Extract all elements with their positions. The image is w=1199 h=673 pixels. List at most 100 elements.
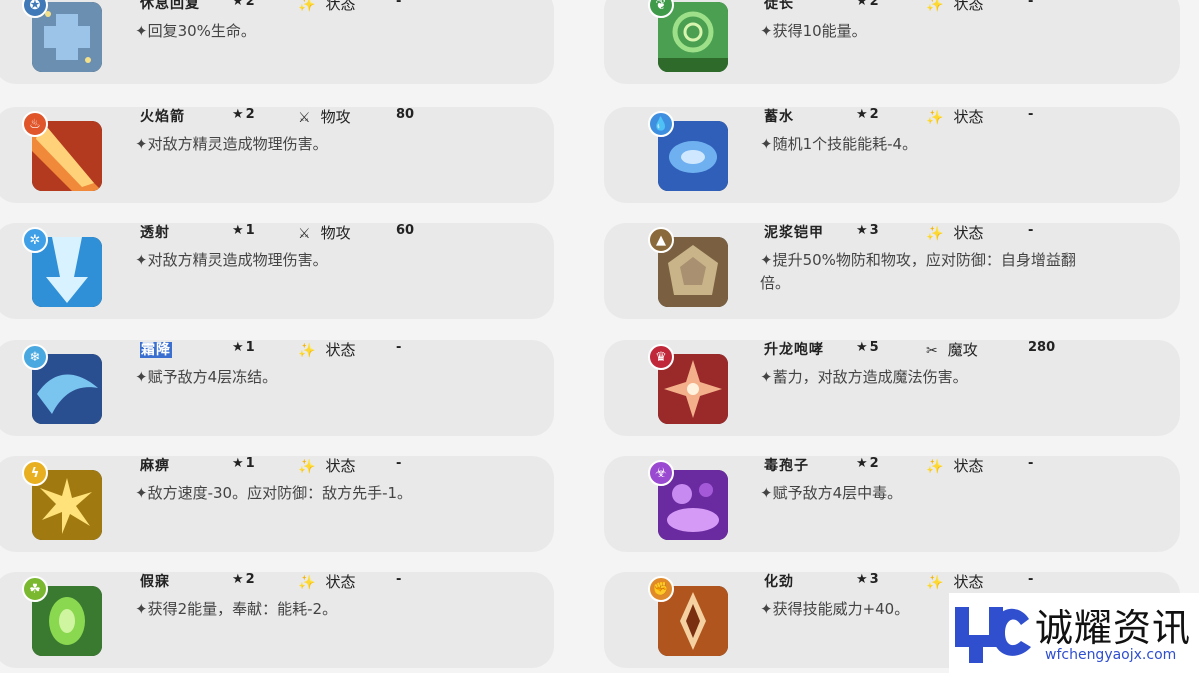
skill-power: - xyxy=(396,456,402,471)
skill-description: ✦赋予敌方4层冻结。 xyxy=(135,368,278,386)
skill-type: ✨ 状态 xyxy=(298,0,355,14)
skill-power: 80 xyxy=(396,107,415,122)
energy-cost: ★ 2 xyxy=(856,107,879,122)
skill-name: 休息回复 xyxy=(140,0,200,12)
poison-icon: ☣ xyxy=(648,460,674,486)
energy-star-icon: ★ xyxy=(856,456,868,471)
skill-power: 280 xyxy=(1028,340,1056,355)
skill-type: ✨ 状态 xyxy=(926,573,984,591)
sparkle-icon: ✨ xyxy=(298,0,316,13)
dragon-icon: ♛ xyxy=(648,344,674,370)
skill-name: 泥浆铠甲 xyxy=(764,225,824,241)
energy-cost: ★ 1 xyxy=(232,340,255,355)
skill-name: 毒孢子 xyxy=(764,458,809,474)
watermark-url: wfchengyaojx.com xyxy=(1045,647,1177,663)
skill-name: 透射 xyxy=(140,225,170,241)
skill-type: ✨ 状态 xyxy=(298,573,356,591)
sword-icon: ⚔ xyxy=(298,226,311,242)
energy-cost: ★ 2 xyxy=(232,0,255,9)
magic-icon: ✂ xyxy=(926,343,938,359)
skill-power: - xyxy=(396,340,402,355)
energy-star-icon: ★ xyxy=(232,107,244,122)
energy-cost: ★ 2 xyxy=(232,107,255,122)
skill-name: 火焰箭 xyxy=(140,109,185,125)
sparkle-icon: ✨ xyxy=(926,575,944,591)
skill-power: - xyxy=(396,0,402,9)
skill-type: ✨ 状态 xyxy=(298,341,356,359)
skill-description: ✦随机1个技能能耗-4。 xyxy=(760,135,918,153)
sparkle-icon: ✨ xyxy=(298,343,316,359)
energy-star-icon: ★ xyxy=(232,223,244,238)
sparkle-icon: ✨ xyxy=(926,0,944,13)
energy-star-icon: ★ xyxy=(232,0,244,9)
energy-star-icon: ★ xyxy=(232,456,244,471)
skill-description: ✦获得2能量，奉献：能耗-2。 xyxy=(135,600,338,618)
skill-power: - xyxy=(1028,0,1034,9)
energy-star-icon: ★ xyxy=(232,572,244,587)
skill-description: ✦提升50%物防和物攻，应对防御：自身增益翻倍。 xyxy=(760,251,1076,292)
skill-name: 霜降 xyxy=(140,342,172,358)
skill-card[interactable]: 💧 蓄水 ★ 2 ✨ 状态 - ✦随机1个技能能耗-4。 xyxy=(604,107,1180,203)
skill-type: ✨ 状态 xyxy=(926,0,983,14)
sparkle-icon: ✨ xyxy=(926,110,944,126)
skill-type: ⚔ 物攻 xyxy=(298,108,351,126)
fighting-icon: ✊ xyxy=(648,576,674,602)
watermark-title: 诚耀资讯 xyxy=(1035,606,1192,650)
snow-icon: ❄ xyxy=(22,344,48,370)
skill-card[interactable]: ❦ 徒长 ★ 2 ✨ 状态 - ✦获得10能量。 xyxy=(604,0,1180,84)
skill-type: ✨ 状态 xyxy=(298,457,356,475)
skill-type: ✨ 状态 xyxy=(926,108,984,126)
energy-star-icon: ★ xyxy=(856,223,868,238)
energy-star-icon: ★ xyxy=(856,340,868,355)
skill-name: 假寐 xyxy=(140,574,170,590)
skill-power: 60 xyxy=(396,223,415,238)
sparkle-icon: ✨ xyxy=(926,226,944,242)
skill-card[interactable]: ♛ 升龙咆哮 ★ 5 ✂ 魔攻 280 ✦蓄力，对敌方造成魔法伤害。 xyxy=(604,340,1180,436)
energy-star-icon: ★ xyxy=(232,340,244,355)
watermark: 诚耀资讯 wfchengyaojx.com xyxy=(949,593,1199,673)
skill-card[interactable]: ❄ 霜降 ★ 1 ✨ 状态 - ✦赋予敌方4层冻结。 xyxy=(0,340,554,436)
energy-cost: ★ 3 xyxy=(856,572,879,587)
skill-description: ✦赋予敌方4层中毒。 xyxy=(760,484,903,502)
skill-description: ✦对敌方精灵造成物理伤害。 xyxy=(135,135,328,153)
skill-power: - xyxy=(396,572,402,587)
sparkle-icon: ✨ xyxy=(298,459,316,475)
fire-icon: ♨ xyxy=(22,111,48,137)
energy-cost: ★ 2 xyxy=(856,0,879,9)
sword-icon: ⚔ xyxy=(298,110,311,126)
watermark-logo-icon xyxy=(955,607,1031,663)
skill-type: ✨ 状态 xyxy=(926,457,984,475)
skill-power: - xyxy=(1028,223,1034,238)
skill-name: 蓄水 xyxy=(764,109,794,125)
energy-cost: ★ 5 xyxy=(856,340,879,355)
skill-description: ✦获得10能量。 xyxy=(760,22,867,40)
skill-card[interactable]: ☘ 假寐 ★ 2 ✨ 状态 - ✦获得2能量，奉献：能耗-2。 xyxy=(0,572,554,668)
energy-star-icon: ★ xyxy=(856,572,868,587)
skill-description: ✦敌方速度-30。应对防御：敌方先手-1。 xyxy=(135,484,413,502)
skill-card[interactable]: ▲ 泥浆铠甲 ★ 3 ✨ 状态 - ✦提升50%物防和物攻，应对防御：自身增益翻倍。 xyxy=(604,223,1180,319)
sparkle-icon: ✨ xyxy=(926,459,944,475)
skill-name: 升龙咆哮 xyxy=(764,342,824,358)
skill-power: - xyxy=(1028,456,1034,471)
skill-name: 化劲 xyxy=(764,574,794,590)
skill-card[interactable]: ☣ 毒孢子 ★ 2 ✨ 状态 - ✦赋予敌方4层中毒。 xyxy=(604,456,1180,552)
energy-cost: ★ 3 xyxy=(856,223,879,238)
water-icon: 💧 xyxy=(648,111,674,137)
energy-star-icon: ★ xyxy=(856,0,868,9)
skill-type: ⚔ 物攻 xyxy=(298,224,351,242)
skill-type: ✨ 状态 xyxy=(926,224,984,242)
skill-card[interactable]: ϟ 麻痹 ★ 1 ✨ 状态 - ✦敌方速度-30。应对防御：敌方先手-1。 xyxy=(0,456,554,552)
energy-cost: ★ 2 xyxy=(232,572,255,587)
skill-power: - xyxy=(1028,107,1034,122)
energy-star-icon: ★ xyxy=(856,107,868,122)
skill-card[interactable]: ✲ 透射 ★ 1 ⚔ 物攻 60 ✦对敌方精灵造成物理伤害。 xyxy=(0,223,554,319)
grass-icon: ☘ xyxy=(22,576,48,602)
skill-power: - xyxy=(1028,572,1034,587)
electric-icon: ϟ xyxy=(22,460,48,486)
sparkle-icon: ✨ xyxy=(298,575,316,591)
skill-card[interactable]: ✪ 休息回复 ★ 2 ✨ 状态 - ✦回复30%生命。 xyxy=(0,0,554,84)
skill-card[interactable]: ♨ 火焰箭 ★ 2 ⚔ 物攻 80 ✦对敌方精灵造成物理伤害。 xyxy=(0,107,554,203)
skill-description: ✦蓄力，对敌方造成魔法伤害。 xyxy=(760,368,968,386)
energy-cost: ★ 1 xyxy=(232,223,255,238)
skill-description: ✦回复30%生命。 xyxy=(135,22,256,40)
